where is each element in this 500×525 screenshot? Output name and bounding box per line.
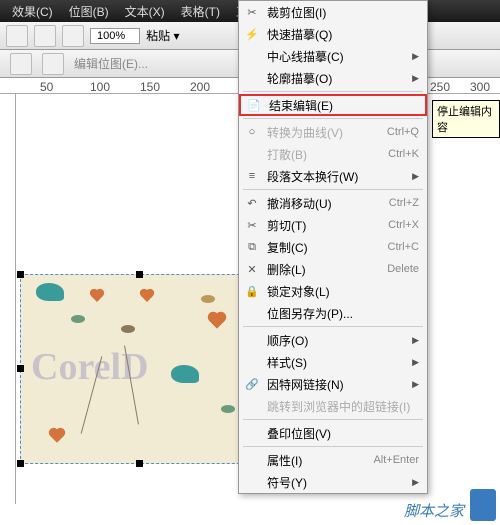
menu-outline-trace[interactable]: 轮廓描摹(O)▶ bbox=[239, 67, 427, 89]
menu-wrap-paragraph[interactable]: ≡段落文本换行(W)▶ bbox=[239, 165, 427, 187]
watermark-text: CorelD bbox=[31, 345, 149, 389]
menu-effects[interactable]: 效果(C) bbox=[4, 0, 61, 22]
artwork-leaf bbox=[121, 325, 135, 333]
context-menu: ✂裁剪位图(I) ⚡快速描摹(Q) 中心线描摹(C)▶ 轮廓描摹(O)▶ 📄结束… bbox=[238, 0, 428, 494]
menu-jump-hyperlink: 跳转到浏览器中的超链接(I) bbox=[239, 395, 427, 417]
link-icon: 🔗 bbox=[244, 376, 260, 392]
menu-cut[interactable]: ✂剪切(T)Ctrl+X bbox=[239, 214, 427, 236]
chevron-right-icon: ▶ bbox=[412, 357, 419, 368]
menu-separator bbox=[243, 189, 423, 190]
paste-dropdown[interactable]: 粘贴 ▾ bbox=[146, 27, 179, 44]
menu-separator bbox=[243, 326, 423, 327]
curve-icon: ○ bbox=[244, 124, 260, 140]
selection-handle[interactable] bbox=[136, 271, 143, 278]
menu-crop-bitmap[interactable]: ✂裁剪位图(I) bbox=[239, 1, 427, 23]
menu-separator bbox=[243, 419, 423, 420]
selected-bitmap[interactable]: CorelD bbox=[20, 274, 260, 464]
menu-separator bbox=[243, 91, 423, 92]
selection-handle[interactable] bbox=[136, 460, 143, 467]
selection-handle[interactable] bbox=[17, 271, 24, 278]
menu-lock[interactable]: 🔒锁定对象(L) bbox=[239, 280, 427, 302]
menu-text[interactable]: 文本(X) bbox=[117, 0, 173, 22]
menu-copy[interactable]: ⧉复制(C)Ctrl+C bbox=[239, 236, 427, 258]
menu-delete[interactable]: ✕删除(L)Delete bbox=[239, 258, 427, 280]
edit-bitmap-button[interactable]: 编辑位图(E)... bbox=[74, 55, 148, 72]
menu-separator bbox=[243, 118, 423, 119]
artwork-leaf bbox=[221, 405, 235, 413]
tooltip: 停止编辑内容 bbox=[432, 100, 500, 138]
menu-convert-curves: ○转换为曲线(V)Ctrl+Q bbox=[239, 121, 427, 143]
undo-icon: ↶ bbox=[244, 195, 260, 211]
tool-button[interactable] bbox=[62, 25, 84, 47]
chevron-right-icon: ▶ bbox=[412, 51, 419, 62]
menu-internet-link[interactable]: 🔗因特网链接(N)▶ bbox=[239, 373, 427, 395]
menu-table[interactable]: 表格(T) bbox=[173, 0, 228, 22]
artwork-heart bbox=[141, 290, 153, 302]
crop-icon: ✂ bbox=[244, 4, 260, 20]
menu-quick-trace[interactable]: ⚡快速描摹(Q) bbox=[239, 23, 427, 45]
menu-break-apart: 打散(B)Ctrl+K bbox=[239, 143, 427, 165]
tool-button[interactable] bbox=[6, 25, 28, 47]
wrap-icon: ≡ bbox=[244, 168, 260, 184]
chevron-right-icon: ▶ bbox=[412, 73, 419, 84]
menu-end-edit[interactable]: 📄结束编辑(E) bbox=[239, 94, 427, 116]
zoom-dropdown[interactable]: 100% bbox=[90, 28, 140, 44]
artwork-bird bbox=[171, 365, 199, 383]
edit-icon: 📄 bbox=[246, 97, 262, 113]
trace-icon: ⚡ bbox=[244, 26, 260, 42]
menu-properties[interactable]: 属性(I)Alt+Enter bbox=[239, 449, 427, 471]
chevron-right-icon: ▶ bbox=[412, 379, 419, 390]
menu-bitmap[interactable]: 位图(B) bbox=[61, 0, 117, 22]
artwork-leaf bbox=[71, 315, 85, 323]
copy-icon: ⧉ bbox=[244, 239, 260, 255]
ruler-vertical bbox=[0, 94, 16, 504]
menu-centerline-trace[interactable]: 中心线描摹(C)▶ bbox=[239, 45, 427, 67]
artwork-heart bbox=[209, 313, 224, 328]
footer-text: 脚本之家 bbox=[404, 500, 464, 521]
delete-icon: ✕ bbox=[244, 261, 260, 277]
chevron-right-icon: ▶ bbox=[412, 477, 419, 488]
cut-icon: ✂ bbox=[244, 217, 260, 233]
chevron-right-icon: ▶ bbox=[412, 335, 419, 346]
chevron-right-icon: ▶ bbox=[412, 171, 419, 182]
tool-button[interactable] bbox=[10, 53, 32, 75]
tool-button[interactable] bbox=[42, 53, 64, 75]
artwork-heart bbox=[50, 429, 64, 443]
selection-handle[interactable] bbox=[17, 460, 24, 467]
lock-icon: 🔒 bbox=[244, 283, 260, 299]
menu-overprint-bitmap[interactable]: 叠印位图(V) bbox=[239, 422, 427, 444]
artwork-bird bbox=[36, 283, 64, 301]
artwork-leaf bbox=[201, 295, 215, 303]
menu-symbol[interactable]: 符号(Y)▶ bbox=[239, 471, 427, 493]
selection-handle[interactable] bbox=[17, 365, 24, 372]
menu-order[interactable]: 顺序(O)▶ bbox=[239, 329, 427, 351]
artwork-heart bbox=[91, 290, 103, 302]
footer-logo bbox=[470, 489, 496, 521]
menu-style[interactable]: 样式(S)▶ bbox=[239, 351, 427, 373]
menu-undo[interactable]: ↶撤消移动(U)Ctrl+Z bbox=[239, 192, 427, 214]
tool-button[interactable] bbox=[34, 25, 56, 47]
menu-save-bitmap-as[interactable]: 位图另存为(P)... bbox=[239, 302, 427, 324]
menu-separator bbox=[243, 446, 423, 447]
